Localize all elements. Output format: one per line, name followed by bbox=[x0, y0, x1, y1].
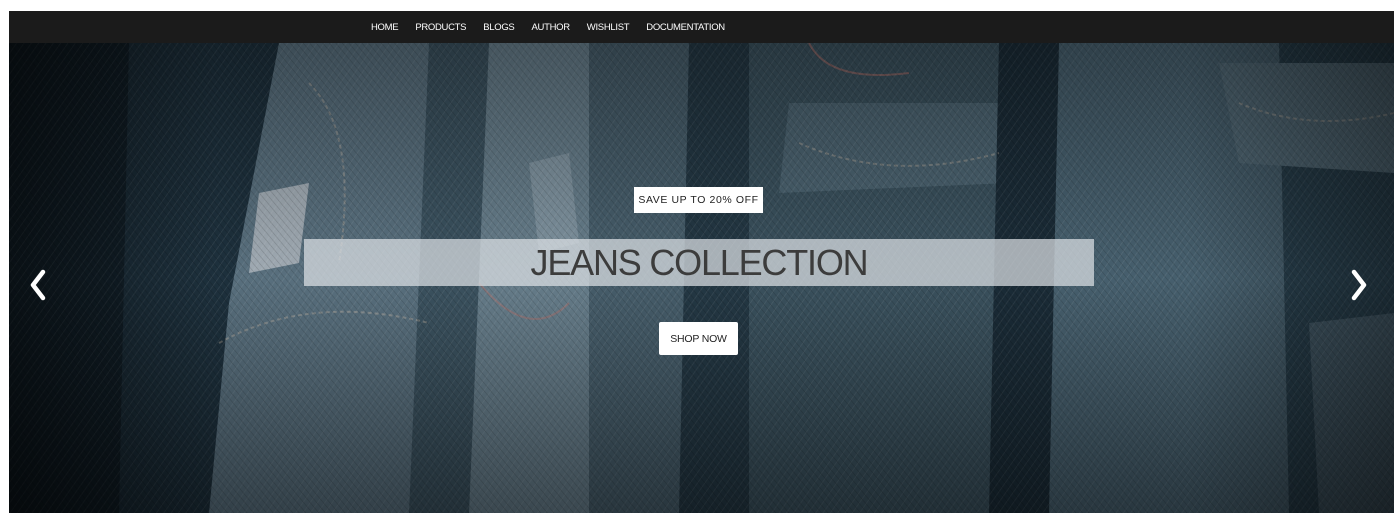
nav-menu: HOME PRODUCTS BLOGS AUTHOR WISHLIST DOCU… bbox=[371, 11, 742, 43]
carousel-prev-button[interactable] bbox=[25, 265, 51, 305]
nav-documentation-link[interactable]: DOCUMENTATION bbox=[646, 22, 725, 33]
chevron-right-icon bbox=[1351, 269, 1367, 301]
carousel-next-button[interactable] bbox=[1346, 265, 1372, 305]
nav-products-link[interactable]: PRODUCTS bbox=[415, 22, 466, 33]
nav-wishlist-link[interactable]: WISHLIST bbox=[587, 22, 630, 33]
top-navbar: HOME PRODUCTS BLOGS AUTHOR WISHLIST DOCU… bbox=[9, 11, 1394, 43]
hero-carousel: SAVE UP TO 20% OFF JEANS COLLECTION SHOP… bbox=[9, 43, 1394, 513]
hero-title-band: JEANS COLLECTION bbox=[304, 239, 1094, 286]
promo-badge: SAVE UP TO 20% OFF bbox=[634, 187, 763, 213]
nav-home-link[interactable]: HOME bbox=[371, 22, 399, 33]
hero-title: JEANS COLLECTION bbox=[530, 241, 869, 283]
nav-blogs-link[interactable]: BLOGS bbox=[483, 22, 515, 33]
shop-now-button[interactable]: SHOP NOW bbox=[659, 322, 738, 355]
chevron-left-icon bbox=[30, 269, 46, 301]
page: HOME PRODUCTS BLOGS AUTHOR WISHLIST DOCU… bbox=[9, 11, 1394, 513]
nav-author-link[interactable]: AUTHOR bbox=[531, 22, 570, 33]
